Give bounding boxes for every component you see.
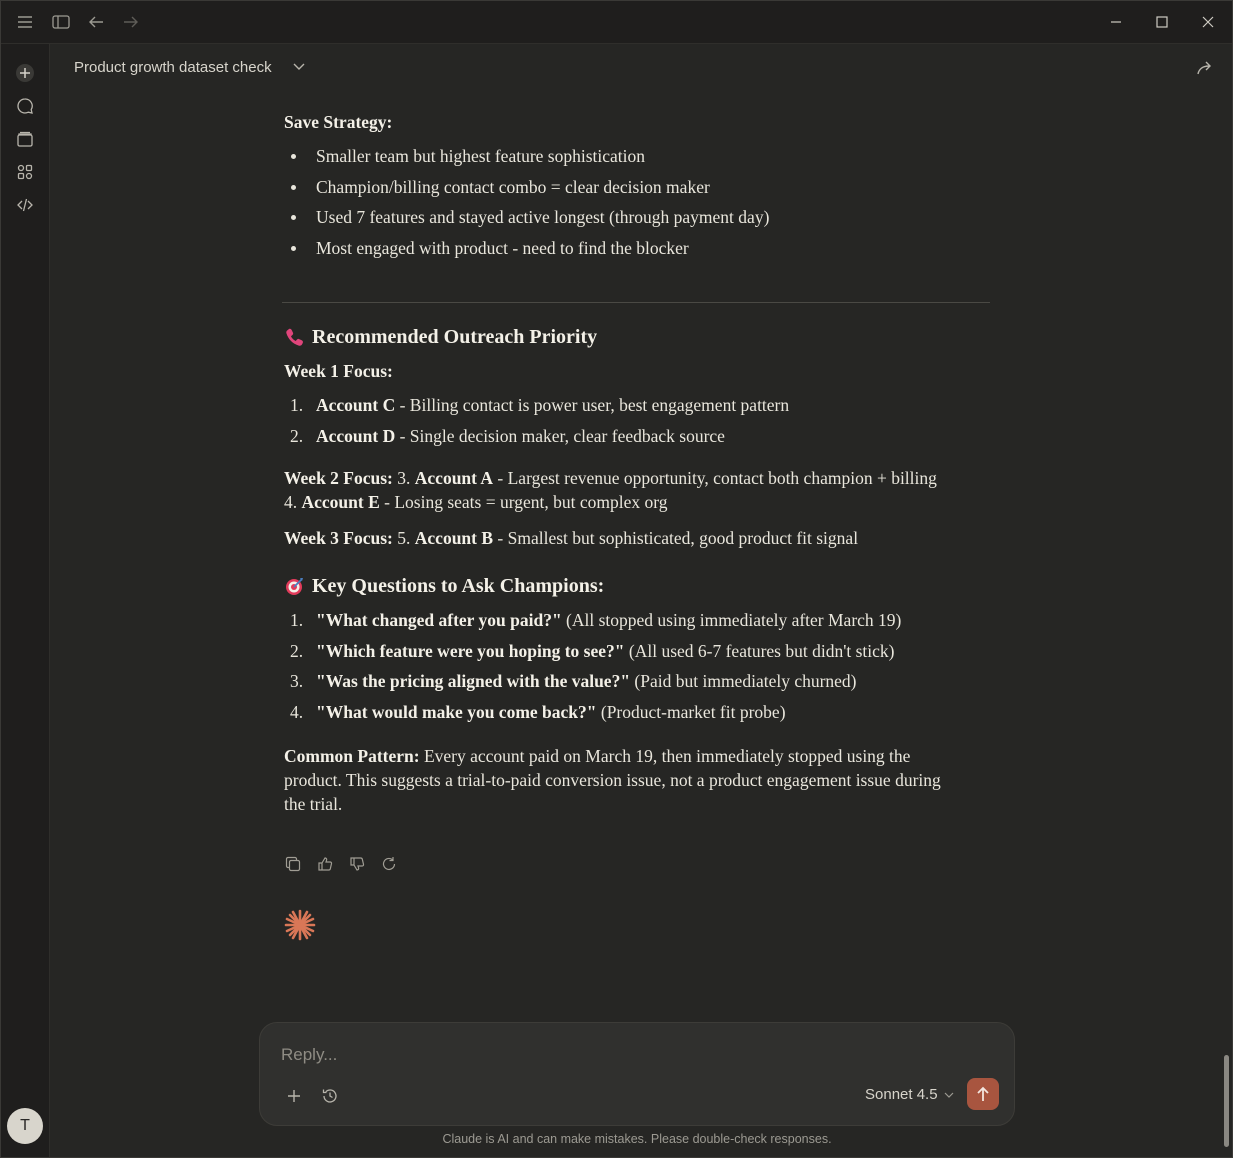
forward-arrow-icon[interactable] — [119, 10, 143, 34]
chat-icon[interactable] — [13, 94, 37, 118]
section-divider — [282, 302, 990, 303]
title-bar — [0, 0, 1233, 44]
artifacts-icon[interactable] — [13, 160, 37, 184]
avatar[interactable]: T — [7, 1108, 43, 1144]
code-icon[interactable] — [13, 193, 37, 217]
list-item: 3. "Was the pricing aligned with the valu… — [290, 671, 857, 691]
maximize-icon[interactable] — [1148, 9, 1176, 35]
chevron-down-icon[interactable] — [289, 57, 309, 77]
list-item: Used 7 features and stayed active longes… — [284, 205, 990, 236]
disclaimer-text: Claude is AI and can make mistakes. Plea… — [442, 1132, 832, 1146]
list-item: 2. Account D - Single decision maker, cle… — [290, 425, 725, 446]
target-icon — [284, 575, 306, 597]
list-item: 2. "Which feature were you hoping to see?… — [290, 640, 895, 661]
back-arrow-icon[interactable] — [84, 10, 108, 34]
sidebar-toggle-icon[interactable] — [49, 10, 73, 34]
week1-list: 1. Account C - Billing contact is power u… — [284, 393, 990, 454]
phone-icon — [284, 326, 306, 348]
questions-heading: Key Questions to Ask Champions: — [284, 574, 990, 598]
week1-label: Week 1 Focus: — [284, 361, 393, 381]
message-actions — [283, 854, 399, 874]
reply-composer: Sonnet 4.5 — [259, 1022, 1015, 1126]
list-item: Champion/billing contact combo = clear d… — [284, 175, 990, 206]
chevron-down-icon — [944, 1092, 953, 1098]
conversation-title[interactable]: Product growth dataset check — [74, 59, 272, 76]
save-strategy-label: Save Strategy: — [284, 112, 393, 132]
week2-paragraph: Week 2 Focus: 3. Account A - Largest rev… — [284, 468, 937, 512]
retry-icon[interactable] — [379, 854, 399, 874]
send-button[interactable] — [967, 1078, 999, 1110]
claude-spark-icon — [284, 909, 316, 941]
outreach-heading: Recommended Outreach Priority — [284, 325, 990, 349]
week3-paragraph: Week 3 Focus: 5. Account B - Smallest bu… — [284, 528, 859, 548]
scrollbar-thumb[interactable] — [1224, 1055, 1229, 1147]
minimize-icon[interactable] — [1102, 9, 1130, 35]
projects-icon[interactable] — [13, 127, 37, 151]
conversation-header: Product growth dataset check — [51, 45, 1233, 91]
copy-icon[interactable] — [283, 854, 303, 874]
list-item: 1. Account C - Billing contact is power u… — [290, 395, 790, 415]
thumbs-up-icon[interactable] — [315, 854, 335, 874]
questions-list: 1. "What changed after you paid?" (All st… — [284, 608, 990, 730]
save-strategy-list: Smaller team but highest feature sophist… — [284, 144, 990, 266]
common-pattern-paragraph: Common Pattern: Every account paid on Ma… — [284, 746, 941, 814]
history-icon[interactable] — [318, 1084, 342, 1108]
thumbs-down-icon[interactable] — [347, 854, 367, 874]
list-item: Smaller team but highest feature sophist… — [284, 144, 990, 175]
menu-icon[interactable] — [13, 10, 37, 34]
close-icon[interactable] — [1194, 9, 1222, 35]
outreach-heading-text: Recommended Outreach Priority — [312, 326, 598, 348]
sidebar: T — [0, 44, 50, 1158]
arrow-up-icon — [977, 1086, 989, 1101]
new-chat-icon[interactable] — [13, 61, 37, 85]
reply-input[interactable] — [281, 1045, 841, 1065]
list-item: Most engaged with product - need to find… — [284, 236, 990, 267]
list-item: 4. "What would make you come back?" (Prod… — [290, 701, 786, 722]
model-name: Sonnet 4.5 — [865, 1086, 938, 1103]
questions-heading-text: Key Questions to Ask Champions: — [312, 575, 605, 597]
add-attachment-icon[interactable] — [282, 1084, 306, 1108]
list-item: 1. "What changed after you paid?" (All st… — [290, 610, 902, 630]
assistant-message: Save Strategy: Smaller team but highest … — [284, 110, 990, 816]
share-icon[interactable] — [1194, 57, 1216, 79]
model-selector[interactable]: Sonnet 4.5 — [865, 1086, 954, 1103]
